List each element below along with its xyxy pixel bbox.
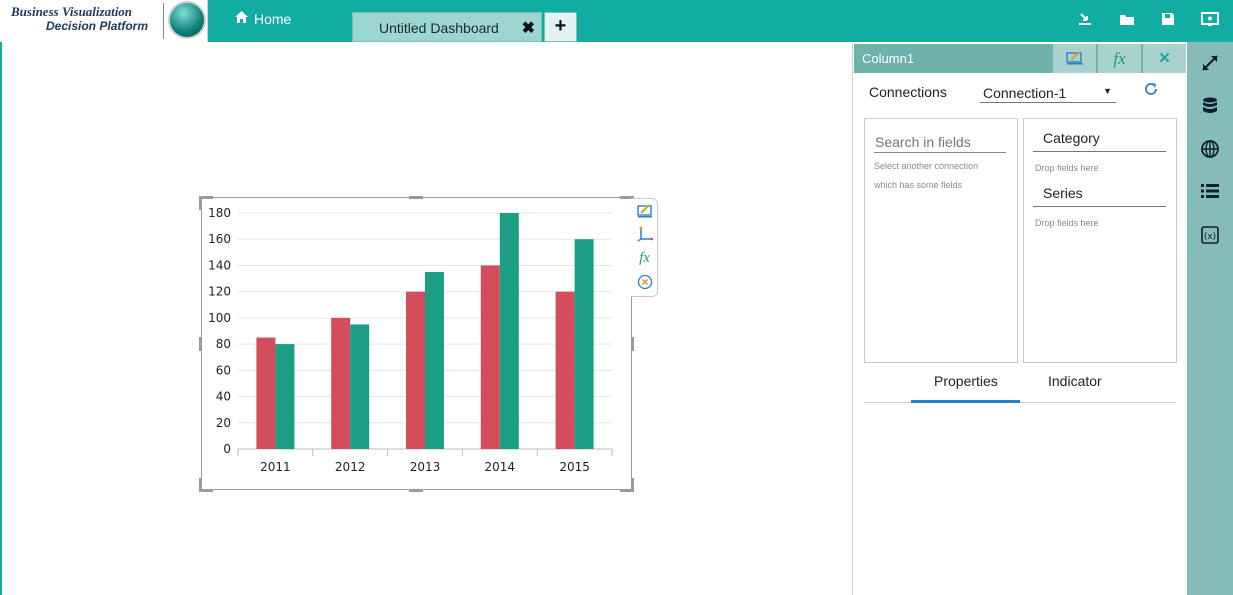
fields-hint-line-2: which has some fields	[874, 180, 963, 190]
x-tick-label: 2012	[335, 460, 366, 474]
resize-handle-top[interactable]	[409, 196, 423, 199]
resize-handle-tl-v[interactable]	[199, 196, 202, 210]
y-tick-label: 140	[208, 258, 231, 272]
y-tick-label: 20	[216, 416, 231, 430]
connection-select[interactable]: Connection-1 ▼	[980, 83, 1116, 103]
left-edge	[0, 42, 2, 595]
edit-chart-icon[interactable]	[635, 203, 654, 222]
variable-icon[interactable]: (x)	[1200, 226, 1220, 246]
close-panel-button[interactable]: ✕	[1142, 44, 1186, 73]
brand-line-2: Decision Platform	[46, 19, 149, 33]
bizviz-logo-icon	[168, 1, 206, 39]
bar	[331, 317, 351, 449]
resize-handle-left[interactable]	[199, 337, 202, 351]
preview-icon[interactable]	[1201, 11, 1219, 29]
connections-label: Connections	[869, 84, 947, 100]
category-title: Category	[1033, 127, 1166, 152]
y-tick-label: 160	[208, 232, 231, 246]
formula-button[interactable]: fx	[1097, 44, 1141, 73]
x-tick-label: 2015	[559, 460, 590, 474]
axis-icon[interactable]	[635, 226, 654, 245]
close-tab-icon[interactable]: ✖	[522, 18, 535, 38]
expand-icon[interactable]	[1200, 53, 1220, 73]
panel-header: Column1 fx ✕	[854, 44, 1186, 73]
y-tick-label: 80	[216, 337, 231, 351]
x-tick-label: 2013	[410, 460, 441, 474]
brand-line-1: Business Visualization	[11, 4, 133, 19]
panel-title: Column1	[862, 51, 915, 66]
active-tab-indicator	[911, 400, 1020, 403]
formula-icon[interactable]: fx	[635, 249, 654, 268]
y-tick-label: 100	[208, 311, 231, 325]
bar	[425, 272, 444, 449]
y-tick-label: 120	[208, 285, 231, 299]
home-label: Home	[254, 10, 292, 27]
resize-handle-bl-v[interactable]	[199, 478, 202, 492]
chart-settings-button[interactable]	[1052, 44, 1096, 73]
globe-icon[interactable]	[1200, 139, 1220, 159]
export-icon[interactable]	[1076, 11, 1094, 29]
properties-panel: Column1 fx ✕ Connections Connection-1 ▼ …	[852, 43, 1186, 595]
list-icon[interactable]	[1200, 182, 1220, 202]
connection-value: Connection-1	[983, 85, 1067, 101]
bar-chart: 0 20 40 60 80 100 120 140 160 180 2011 2012 2013 2014…	[208, 206, 613, 474]
resize-handle-bottom[interactable]	[409, 489, 423, 492]
bar	[275, 344, 295, 449]
bar	[256, 337, 276, 449]
resize-handle-br-v[interactable]	[631, 478, 634, 492]
bar	[574, 239, 594, 449]
bar	[350, 324, 370, 449]
series-drop-zone[interactable]: Drop fields here	[1035, 218, 1099, 228]
svg-text:(x): (x)	[1204, 232, 1216, 242]
brand-logo: Business Visualization Decision Platform	[0, 0, 208, 42]
chart-widget[interactable]: 0 20 40 60 80 100 120 140 160 180 2011 2012 2013 2014…	[201, 197, 632, 490]
bar	[406, 291, 425, 449]
caret-down-icon: ▼	[1103, 86, 1112, 96]
add-tab-button[interactable]: +	[544, 12, 577, 42]
series-title: Series	[1033, 182, 1166, 207]
right-rail: (x)	[1187, 42, 1233, 595]
y-tick-label: 40	[216, 390, 231, 404]
category-drop-zone[interactable]: Drop fields here	[1035, 163, 1099, 173]
home-link[interactable]: Home	[234, 10, 291, 27]
y-tick-label: 180	[208, 206, 231, 220]
search-fields-input[interactable]	[874, 129, 1006, 153]
y-tick-label: 0	[223, 442, 231, 456]
resize-handle-right[interactable]	[631, 337, 634, 351]
y-tick-label: 60	[216, 363, 231, 377]
tab-label: Untitled Dashboard	[379, 20, 499, 36]
bar	[480, 265, 500, 449]
brand-divider	[163, 3, 164, 39]
bar	[555, 291, 575, 449]
widget-toolbar: fx	[631, 198, 658, 297]
remove-widget-icon[interactable]	[635, 274, 654, 293]
x-tick-label: 2014	[485, 460, 516, 474]
database-icon[interactable]	[1200, 96, 1220, 116]
home-icon	[234, 10, 249, 27]
fields-box: Select another connection which has some…	[864, 118, 1018, 363]
save-icon[interactable]	[1159, 11, 1177, 29]
fields-hint-line-1: Select another connection	[874, 161, 979, 171]
tab-untitled-dashboard[interactable]: Untitled Dashboard ✖	[352, 12, 542, 42]
refresh-icon[interactable]	[1143, 81, 1159, 102]
open-folder-icon[interactable]	[1118, 11, 1136, 29]
tab-properties[interactable]: Properties	[934, 373, 998, 389]
drop-zones-box: Category Drop fields here Series Drop fi…	[1023, 118, 1177, 363]
bar	[499, 213, 519, 449]
tab-indicator[interactable]: Indicator	[1048, 373, 1102, 389]
x-tick-label: 2011	[260, 460, 291, 474]
